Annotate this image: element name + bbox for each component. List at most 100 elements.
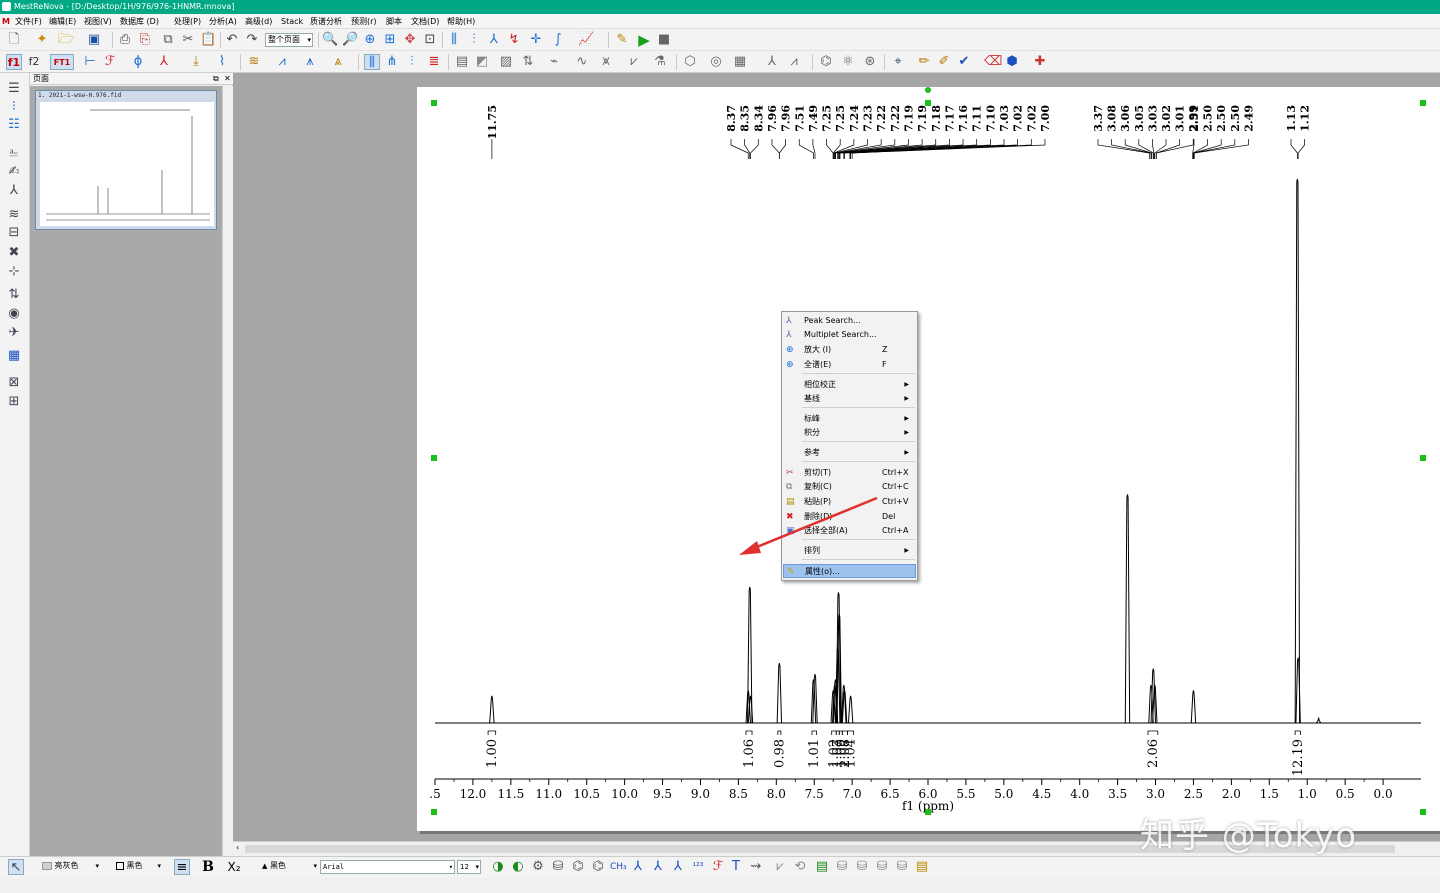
script-icon[interactable]: ✎: [614, 32, 630, 48]
menu-document[interactable]: 文档(D): [411, 14, 439, 29]
title-icon[interactable]: ℱ: [710, 859, 726, 875]
align-left-icon[interactable]: ≡: [174, 859, 190, 875]
report-icon[interactable]: ▤: [914, 859, 930, 875]
zoom-fit-icon[interactable]: ⊞: [382, 32, 398, 48]
context-menu-item[interactable]: ⅄ Peak Search...: [783, 314, 916, 328]
auto-peak-icon[interactable]: ⩓: [330, 54, 346, 70]
label-multiplets-icon[interactable]: ⅄: [650, 859, 666, 875]
new-page-icon[interactable]: ✦: [34, 32, 50, 48]
menu-view[interactable]: 视图(V): [84, 14, 112, 29]
context-menu-item[interactable]: ▤ 粘贴(P) Ctrl+V: [783, 495, 916, 509]
document-icon[interactable]: ▦: [732, 54, 748, 70]
arrow-tool-icon[interactable]: ⇝: [748, 859, 764, 875]
overlay-icon[interactable]: ≣: [426, 54, 442, 70]
verify-icon[interactable]: ⌬: [818, 54, 834, 70]
copy-icon[interactable]: ⧉: [160, 32, 176, 48]
curve-icon[interactable]: ∿: [574, 54, 590, 70]
run-script-icon[interactable]: ▶: [636, 32, 652, 48]
chart-tools-icon[interactable]: 📈: [578, 32, 594, 48]
resize-handle-top[interactable]: [925, 100, 931, 106]
reaction-icon[interactable]: ◑: [490, 859, 506, 875]
spectrum-mode-icon[interactable]: ⫼: [364, 54, 380, 70]
arrange-icon[interactable]: ⇅: [520, 54, 536, 70]
fit-icon[interactable]: ⩙: [598, 54, 614, 70]
multi-display-icon[interactable]: ⫶: [404, 54, 420, 70]
font-name-combo[interactable]: Arial ▾: [320, 860, 455, 874]
paste-icon[interactable]: 📋: [200, 32, 216, 48]
resize-handle-bottom-left[interactable]: [431, 809, 437, 815]
list-icon[interactable]: ☰: [5, 81, 23, 97]
pointer-icon[interactable]: ↖: [8, 859, 24, 875]
pencil-icon[interactable]: ✏: [916, 54, 932, 70]
menu-process[interactable]: 处理(P): [174, 14, 201, 29]
insert-icon[interactable]: ▤: [814, 859, 830, 875]
layout-icon[interactable]: ☷: [5, 117, 23, 133]
ft1-button[interactable]: FT1: [50, 54, 74, 70]
menu-edit[interactable]: 编辑(E): [49, 14, 76, 29]
peaks-icon[interactable]: ⫶: [466, 32, 482, 48]
phase-correction-icon[interactable]: ϕ: [130, 54, 146, 70]
close-box-icon[interactable]: ⊠: [5, 375, 23, 391]
scroll-left-icon[interactable]: ‹: [236, 843, 239, 852]
simulate-icon[interactable]: ⩘: [786, 54, 802, 70]
ring-icon[interactable]: ◎: [708, 54, 724, 70]
grid-box-icon[interactable]: ⊞: [5, 394, 23, 410]
cut-icon[interactable]: ✂: [180, 32, 196, 48]
reference-icon[interactable]: ⤓: [188, 54, 204, 70]
db3-icon[interactable]: ⛁: [874, 859, 890, 875]
context-menu-item[interactable]: 参考 ▶: [783, 446, 916, 460]
stop-script-icon[interactable]: ■: [656, 32, 672, 48]
context-menu-item[interactable]: ✎ 属性(o)...: [783, 564, 916, 578]
split-icon[interactable]: ⊹: [5, 264, 23, 280]
stack-icon[interactable]: ≋: [5, 207, 23, 223]
close-panel-icon[interactable]: ✕: [224, 73, 231, 85]
ring-tool-icon[interactable]: ⌬: [570, 859, 586, 875]
apodization-icon[interactable]: ⊢: [82, 54, 98, 70]
fourier-transform-icon[interactable]: ℱ: [102, 54, 118, 70]
zoom-in-icon[interactable]: 🔍: [322, 32, 338, 48]
subscript-icon[interactable]: X₂: [226, 859, 242, 875]
menu-predict[interactable]: 预测(r): [351, 14, 377, 29]
structure-icon[interactable]: ⚛: [840, 54, 856, 70]
undo-icon[interactable]: ↶: [224, 32, 240, 48]
nmr-spectrum-chart[interactable]: .5 12.0 11.5 11.0 10.5 10.0 9.5 9.0 8.5 8.0 7.5 7.0…: [417, 87, 1440, 831]
molecule-green-icon[interactable]: ◐: [510, 859, 526, 875]
eye-icon[interactable]: ◉: [5, 306, 23, 322]
bond-icon[interactable]: ⛁: [550, 859, 566, 875]
context-menu-item[interactable]: 排列 ▶: [783, 544, 916, 558]
menu-analysis[interactable]: 分析(A): [209, 14, 237, 29]
full-view-icon[interactable]: ⊡: [422, 32, 438, 48]
image-icon[interactable]: ▨: [498, 54, 514, 70]
transform-icon[interactable]: ⟲: [792, 859, 808, 875]
select-tool-icon[interactable]: ⌖: [890, 54, 906, 70]
resize-handle-bottom[interactable]: [925, 809, 931, 815]
predict-icon[interactable]: ⊛: [862, 54, 878, 70]
align-icon[interactable]: ⊟: [5, 225, 23, 241]
check-icon[interactable]: ✔: [956, 54, 972, 70]
menu-database[interactable]: 数据库 (D): [120, 14, 159, 29]
menu-file[interactable]: 文件(F): [15, 14, 42, 29]
crosshair-icon[interactable]: ✛: [528, 32, 544, 48]
menu-help[interactable]: 帮助(H): [447, 14, 475, 29]
text-tool-icon[interactable]: T: [728, 859, 744, 875]
float-panel-icon[interactable]: ⧉: [213, 73, 219, 85]
sort-icon[interactable]: ⇅: [5, 287, 23, 303]
font-color-combo[interactable]: ▲ 黑色 ▾: [260, 860, 318, 874]
context-menu-item[interactable]: 基线 ▶: [783, 392, 916, 406]
deconvolution-icon[interactable]: ⩗: [626, 54, 642, 70]
hexagon-icon[interactable]: ⬡: [682, 54, 698, 70]
shape-icon[interactable]: ⬢: [1004, 54, 1020, 70]
annotation-icon[interactable]: ✚: [1032, 54, 1048, 70]
label-peaks-icon[interactable]: ⅄: [630, 859, 646, 875]
db-icon[interactable]: ⛁: [834, 859, 850, 875]
print-icon[interactable]: ⎙: [117, 32, 133, 48]
multiplet-icon[interactable]: ⅄: [486, 32, 502, 48]
baseline-icon[interactable]: ⅄: [156, 54, 172, 70]
page-view-combo[interactable]: 整个页面 ▾: [265, 33, 313, 47]
delete-tool-icon[interactable]: ✖: [5, 245, 23, 261]
numbering-icon[interactable]: ¹²³: [690, 859, 706, 875]
pan-icon[interactable]: ✥: [402, 32, 418, 48]
atom-icon[interactable]: ⚙: [530, 859, 546, 875]
molecule-icon[interactable]: ⚗: [652, 54, 668, 70]
context-menu-item[interactable]: ⊕ 放大 (I) Z: [783, 343, 916, 357]
